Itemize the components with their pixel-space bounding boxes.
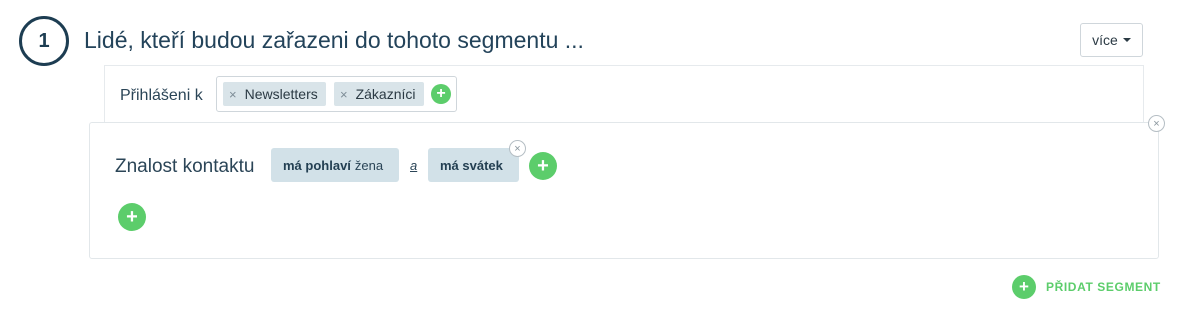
conjunction-toggle[interactable]: a	[410, 158, 417, 173]
segment-heading: Lidé, kteří budou zařazeni do tohoto seg…	[84, 27, 584, 53]
tag-newsletters: × Newsletters	[223, 82, 326, 106]
more-dropdown-button[interactable]: více	[1080, 23, 1143, 57]
step-number-badge: 1	[19, 16, 69, 66]
condition-label: Znalost kontaktu	[115, 156, 255, 177]
pill-condition-text: má svátek	[440, 157, 503, 173]
condition-pill-gender[interactable]: má pohlaví žena	[271, 148, 399, 182]
remove-condition-icon[interactable]: ×	[509, 140, 526, 157]
close-condition-icon[interactable]: ×	[1148, 115, 1165, 132]
condition-pill-nameday[interactable]: má svátek	[428, 148, 519, 182]
pill-condition-text: má pohlaví	[283, 157, 351, 173]
tag-zakaznici: × Zákazníci	[334, 82, 424, 106]
caret-down-icon	[1122, 38, 1131, 42]
add-segment-button[interactable]: + PŘIDAT SEGMENT	[1012, 275, 1161, 299]
add-condition-button[interactable]: +	[529, 152, 557, 180]
more-button-label: více	[1092, 32, 1118, 48]
condition-panel	[89, 122, 1159, 259]
add-subscription-button[interactable]: +	[431, 84, 451, 104]
add-condition-row-button[interactable]: +	[118, 203, 146, 231]
plus-icon: +	[1012, 275, 1036, 299]
tag-label: Zákazníci	[355, 86, 416, 102]
tag-label: Newsletters	[244, 86, 318, 102]
remove-tag-icon[interactable]: ×	[340, 87, 348, 102]
pill-value-text: žena	[354, 157, 384, 173]
remove-tag-icon[interactable]: ×	[229, 87, 237, 102]
subscription-tags-field[interactable]: × Newsletters × Zákazníci +	[216, 76, 457, 112]
subscription-label: Přihlášeni k	[120, 87, 203, 104]
add-segment-label: PŘIDAT SEGMENT	[1046, 280, 1161, 294]
